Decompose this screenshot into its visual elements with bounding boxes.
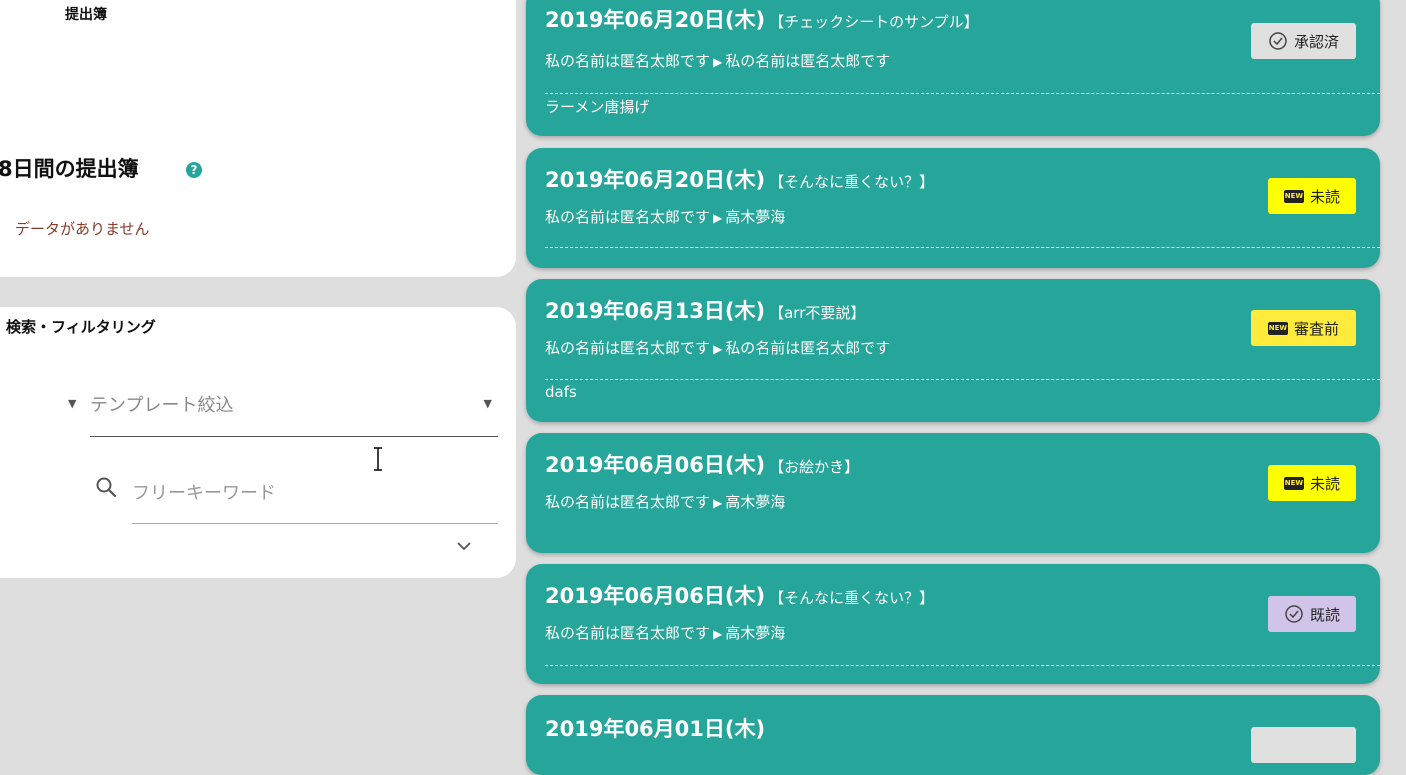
card-from: 私の名前は匿名太郎です [545, 208, 711, 226]
card-date: 2019年06月20日(木) 【そんなに重くない？】 [545, 164, 934, 194]
status-badge: 既読 [1268, 596, 1356, 632]
card-template: 【チェックシートのサンプル】 [769, 13, 979, 31]
filter-panel: 検索・フィルタリング ▼ テンプレート絞込 ▼ [0, 307, 516, 578]
status-badge: NEW 未読 [1268, 178, 1356, 214]
card-to: 高木夢海 [725, 208, 786, 226]
card-template: 【そんなに重くない？】 [769, 173, 935, 191]
card-to: 私の名前は匿名太郎です [725, 52, 891, 70]
card-to: 高木夢海 [725, 624, 786, 642]
card-date-text: 2019年06月20日(木) [545, 8, 766, 32]
card-route: 私の名前は匿名太郎です ▶ 私の名前は匿名太郎です [545, 337, 890, 358]
card-note: ラーメン唐揚げ [545, 98, 650, 116]
check-circle-icon [1285, 605, 1303, 623]
status-label: 未読 [1309, 474, 1340, 493]
card-from: 私の名前は匿名太郎です [545, 339, 711, 357]
check-circle-icon [1269, 32, 1287, 50]
keyword-search-input[interactable] [132, 467, 498, 524]
card-date-text: 2019年06月13日(木) [545, 299, 766, 323]
card-date: 2019年06月13日(木) 【arr不要説】 [545, 295, 865, 325]
card-date-text: 2019年06月06日(木) [545, 453, 766, 477]
status-label: 審査前 [1293, 319, 1339, 338]
recent-submissions-heading: 直近8日間の提出簿 [0, 157, 139, 181]
card-divider [545, 247, 1380, 248]
arrow-right-icon: ▶ [713, 496, 723, 510]
card-from: 私の名前は匿名太郎です [545, 493, 711, 511]
card-date: 2019年06月20日(木) 【チェックシートのサンプル】 [545, 4, 979, 34]
new-icon: NEW [1267, 321, 1288, 335]
card-divider [545, 379, 1380, 380]
arrow-right-icon: ▶ [713, 211, 723, 225]
status-badge [1251, 727, 1356, 763]
template-filter-select[interactable]: ▼ テンプレート絞込 ▼ [68, 384, 498, 437]
card-template: 【そんなに重くない？】 [769, 589, 935, 607]
help-icon[interactable]: ? [186, 162, 202, 178]
card-from: 私の名前は匿名太郎です [545, 624, 711, 642]
submission-card[interactable]: 2019年06月06日(木) 【そんなに重くない？】 私の名前は匿名太郎です ▶ 高木… [526, 564, 1380, 684]
card-date: 2019年06月01日(木) [545, 713, 765, 743]
caret-down-icon: ▼ [483, 397, 492, 410]
arrow-right-icon: ▶ [713, 627, 723, 641]
search-icon [96, 477, 117, 498]
submission-card[interactable]: 2019年06月20日(木) 【チェックシートのサンプル】 私の名前は匿名太郎です… [526, 0, 1380, 136]
submissions-panel: 提出簿 直近8日間の提出簿 ? データがありません [0, 0, 516, 277]
new-icon: NEW [1283, 476, 1304, 490]
arrow-right-icon: ▶ [713, 342, 723, 356]
card-divider [545, 93, 1380, 94]
card-route: 私の名前は匿名太郎です ▶ 高木夢海 [545, 622, 785, 643]
text-cursor-icon [374, 447, 382, 471]
card-route: 私の名前は匿名太郎です ▶ 私の名前は匿名太郎です [545, 50, 890, 71]
status-label: 未読 [1309, 187, 1340, 206]
empty-message: データがありません [15, 220, 150, 238]
card-to: 私の名前は匿名太郎です [725, 339, 891, 357]
status-label: 承認済 [1293, 32, 1339, 51]
status-badge: NEW 未読 [1268, 465, 1356, 501]
card-to: 高木夢海 [725, 493, 786, 511]
template-filter-label: テンプレート絞込 [90, 395, 234, 416]
card-date-text: 2019年06月20日(木) [545, 168, 766, 192]
caret-down-icon: ▼ [68, 397, 77, 410]
card-date: 2019年06月06日(木) 【そんなに重くない？】 [545, 580, 934, 610]
card-route: 私の名前は匿名太郎です ▶ 高木夢海 [545, 491, 785, 512]
card-template: 【お絵かき】 [769, 458, 860, 476]
card-route: 私の名前は匿名太郎です ▶ 高木夢海 [545, 206, 785, 227]
chevron-down-icon[interactable] [456, 538, 472, 554]
card-from: 私の名前は匿名太郎です [545, 52, 711, 70]
keyword-search-row [90, 467, 498, 524]
filter-panel-title: 検索・フィルタリング [6, 318, 156, 336]
submission-card[interactable]: 2019年06月20日(木) 【そんなに重くない？】 私の名前は匿名太郎です ▶ 高木… [526, 148, 1380, 268]
card-date: 2019年06月06日(木) 【お絵かき】 [545, 449, 859, 479]
submission-card[interactable]: 2019年06月06日(木) 【お絵かき】 私の名前は匿名太郎です ▶ 高木夢海 NE… [526, 433, 1380, 553]
panel-small-title: 提出簿 [65, 7, 107, 23]
arrow-right-icon: ▶ [713, 55, 723, 69]
card-note: dafs [545, 383, 577, 401]
card-template: 【arr不要説】 [769, 304, 866, 322]
card-divider [545, 665, 1380, 666]
status-label: 既読 [1309, 605, 1340, 624]
submission-card[interactable]: 2019年06月01日(木) [526, 695, 1380, 775]
new-icon: NEW [1283, 189, 1304, 203]
card-date-text: 2019年06月01日(木) [545, 717, 766, 741]
status-badge: 承認済 [1251, 23, 1356, 59]
submission-card[interactable]: 2019年06月13日(木) 【arr不要説】 私の名前は匿名太郎です ▶ 私の名前は… [526, 279, 1380, 422]
status-badge: NEW 審査前 [1251, 310, 1356, 346]
card-date-text: 2019年06月06日(木) [545, 584, 766, 608]
